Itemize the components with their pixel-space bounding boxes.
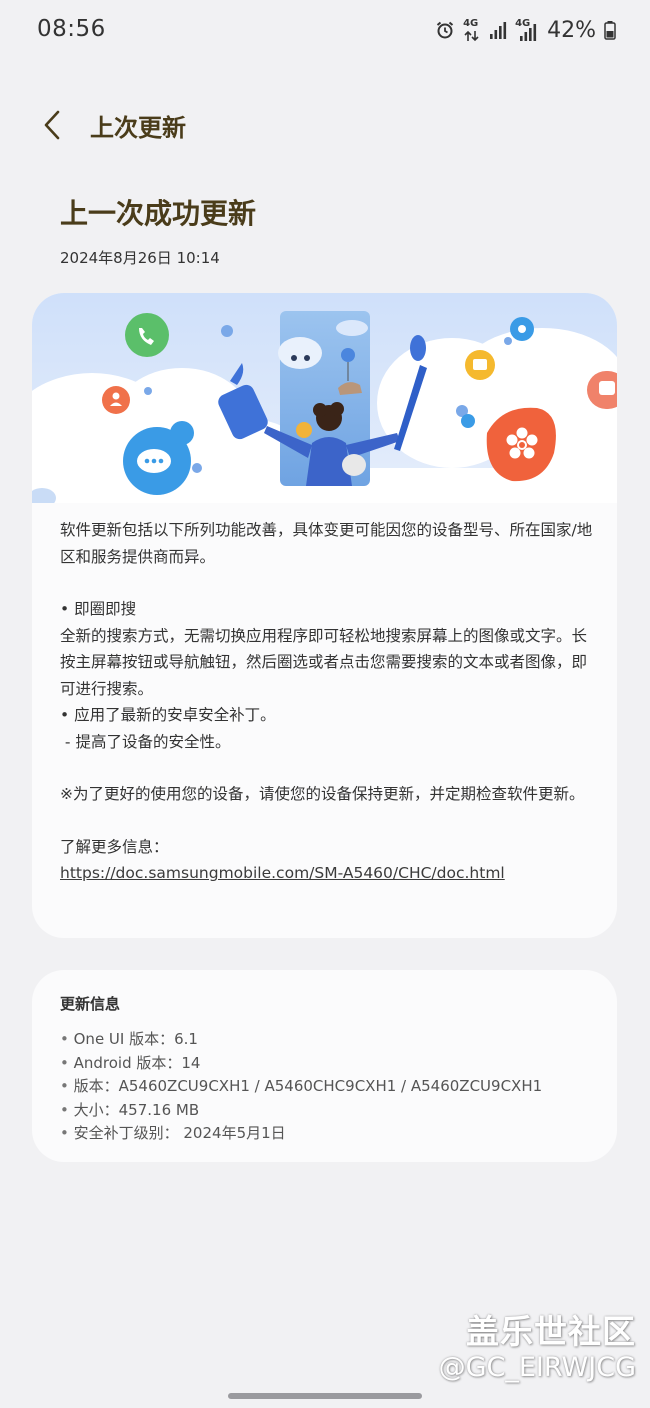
info-item-size: 大小：457.16 MB	[60, 1099, 542, 1123]
notes-intro: 软件更新包括以下所列功能改善，具体变更可能因您的设备型号、所在国家/地区和服务提…	[60, 521, 593, 566]
info-item-security-patch: 安全补丁级别： 2024年5月1日	[60, 1122, 542, 1146]
watermark-handle: @GC_EIRWJCG	[438, 1352, 636, 1383]
signal-icon	[489, 20, 507, 40]
more-info-label: 了解更多信息：	[60, 837, 169, 856]
page-title: 上一次成功更新	[60, 197, 257, 230]
battery-icon	[604, 20, 616, 40]
security-sub: - 提高了设备的安全性。	[60, 732, 231, 751]
release-notes-text: 软件更新包括以下所列功能改善，具体变更可能因您的设备型号、所在国家/地区和服务提…	[60, 517, 595, 887]
data-4g-icon: 4G	[463, 18, 481, 42]
header-title: 上次更新	[90, 114, 186, 142]
update-info-list: One UI 版本：6.1 Android 版本：14 版本：A5460ZCU9…	[60, 1028, 543, 1146]
more-info-link[interactable]: https://doc.samsungmobile.com/SM-A5460/C…	[60, 864, 505, 882]
feature-description: 全新的搜索方式，无需切换应用程序即可轻松地搜索屏幕上的图像或文字。长按主屏幕按钮…	[60, 626, 588, 698]
status-bar: 08:56 4G 4G 42%	[0, 0, 650, 62]
home-indicator[interactable]	[228, 1393, 422, 1399]
info-item-build-version: 版本：A5460ZCU9CXH1 / A5460CHC9CXH1 / A5460…	[60, 1075, 543, 1099]
release-notes-card[interactable]: 软件更新包括以下所列功能改善，具体变更可能因您的设备型号、所在国家/地区和服务提…	[32, 293, 617, 938]
battery-percent: 42%	[547, 17, 596, 43]
back-button[interactable]	[30, 103, 74, 147]
update-info-card: 更新信息 One UI 版本：6.1 Android 版本：14 版本：A546…	[32, 970, 617, 1162]
update-date: 2024年8月26日 10:14	[60, 249, 220, 267]
status-icons: 4G 4G 42%	[435, 14, 616, 46]
screen: 08:56 4G 4G 42% 上次更新 上一次成功更新 2024年8月26日 …	[0, 0, 650, 1408]
info-item-android-version: Android 版本：14	[60, 1052, 542, 1076]
status-time: 08:56	[37, 16, 106, 42]
signal1-label: 4G	[463, 18, 479, 29]
security-line: • 应用了最新的安卓安全补丁。	[60, 706, 276, 724]
signal-4g-icon: 4G	[515, 18, 537, 42]
watermark-community: 盖乐世社区	[466, 1312, 636, 1351]
feature-title: • 即圈即搜	[60, 600, 137, 618]
info-item-oneui-version: One UI 版本：6.1	[60, 1028, 542, 1052]
update-illustration	[32, 293, 617, 503]
update-info-heading: 更新信息	[60, 995, 121, 1013]
alarm-icon	[435, 20, 455, 40]
chevron-left-icon	[44, 110, 60, 140]
update-reminder: ※为了更好的使用您的设备，请使您的设备保持更新，并定期检查软件更新。	[60, 785, 585, 803]
